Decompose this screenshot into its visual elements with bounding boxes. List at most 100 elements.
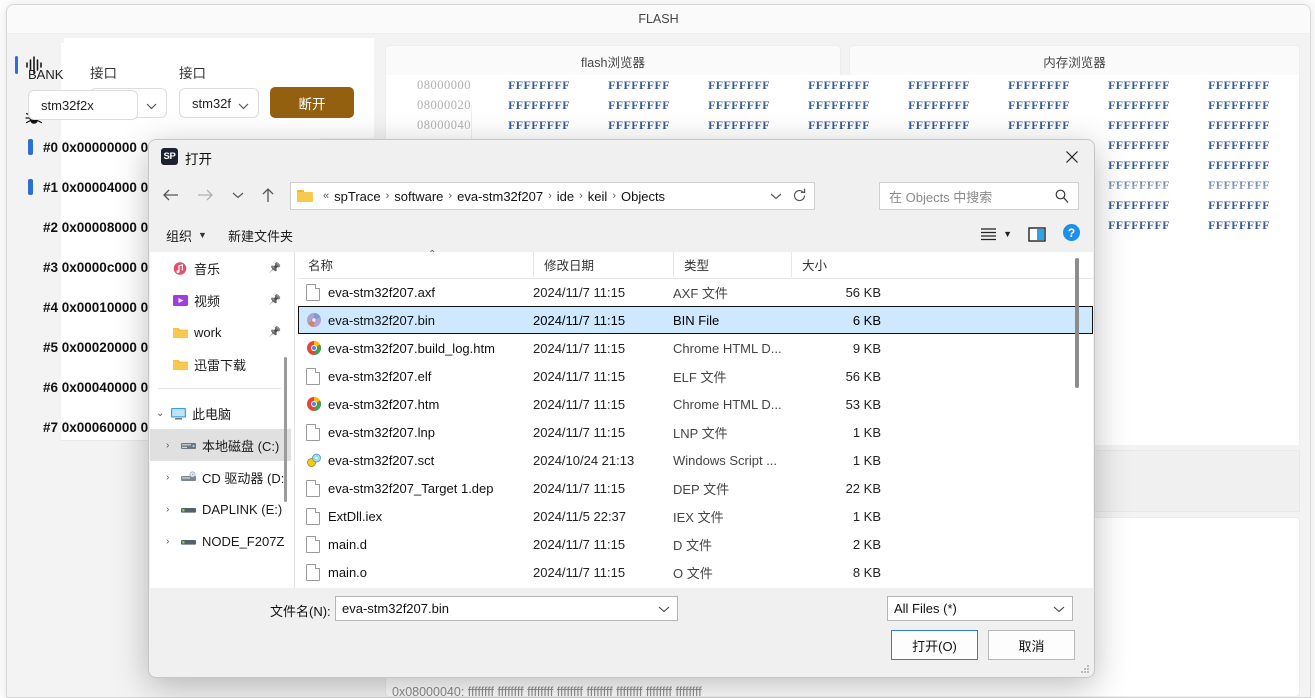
sidebar-item-8[interactable]: › NODE_F207Z (150, 525, 291, 557)
chevron-right-icon[interactable]: › (166, 504, 180, 515)
hex-cell[interactable]: FFFFFFFF (1089, 138, 1189, 153)
breadcrumb-part[interactable]: ide (557, 189, 574, 204)
chevron-right-icon[interactable]: › (166, 472, 180, 483)
table-row[interactable]: eva-stm32f207.build_log.htm 2024/11/7 11:… (298, 334, 1093, 362)
new-folder-button[interactable]: 新建文件夹 (228, 225, 293, 245)
help-icon[interactable]: ? (1063, 224, 1080, 241)
close-icon[interactable] (1050, 140, 1094, 173)
breadcrumb-part[interactable]: Objects (621, 189, 665, 204)
chevron-down-icon[interactable]: ⌄ (156, 408, 170, 419)
column-header-name[interactable]: 名称 ⌃ (298, 249, 533, 277)
forward-arrow-icon[interactable] (189, 179, 221, 211)
table-row[interactable]: eva-stm32f207.bin 2024/11/7 11:15 BIN File… (298, 306, 1093, 334)
sidebar-item-0[interactable]: 音乐 📌 (150, 252, 291, 284)
pin-icon[interactable]: 📌 (269, 295, 281, 306)
target-select[interactable]: stm32f (179, 88, 259, 118)
breadcrumb-part[interactable]: spTrace (334, 189, 380, 204)
hex-cell[interactable]: FFFFFFFF (489, 98, 589, 113)
hex-cell[interactable]: FFFFFFFF (689, 98, 789, 113)
hex-cell[interactable]: FFFFFFFF (489, 78, 589, 93)
column-header-type[interactable]: 类型 (673, 252, 791, 277)
table-row[interactable]: eva-stm32f207.axf 2024/11/7 11:15 AXF 文件 56… (298, 278, 1093, 306)
table-row[interactable]: eva-stm32f207_Target 1.dep 2024/11/7 11:1… (298, 474, 1093, 502)
sidebar-item-4[interactable]: ⌄ 此电脑 (150, 397, 291, 429)
sidebar-item-6[interactable]: › CD 驱动器 (D: (150, 461, 291, 493)
hex-cell[interactable]: FFFFFFFF (1089, 78, 1189, 93)
hex-cell[interactable]: FFFFFFFF (1189, 218, 1289, 233)
hex-cell[interactable]: FFFFFFFF (889, 118, 989, 133)
breadcrumb-part[interactable]: software (394, 189, 443, 204)
bank-select[interactable]: stm32f2x (28, 90, 138, 120)
list-view-icon[interactable] (980, 223, 997, 245)
preview-pane-icon[interactable] (1028, 223, 1046, 245)
sidebar-item-5[interactable]: › 本地磁盘 (C:) (150, 429, 291, 461)
chevron-down-icon[interactable] (222, 179, 254, 211)
hex-cell[interactable]: FFFFFFFF (1089, 218, 1189, 233)
hex-cell[interactable]: FFFFFFFF (589, 118, 689, 133)
sidebar-item-2[interactable]: work 📌 (150, 316, 291, 348)
table-row[interactable]: main.o 2024/11/7 11:15 O 文件 8 KB (298, 558, 1093, 586)
column-header-date[interactable]: 修改日期 (533, 252, 673, 277)
hex-cell[interactable]: FFFFFFFF (1189, 158, 1289, 173)
search-icon[interactable] (1054, 188, 1070, 207)
hex-cell[interactable]: FFFFFFFF (1189, 78, 1289, 93)
refresh-icon[interactable] (791, 187, 808, 207)
pin-icon[interactable]: 📌 (269, 263, 281, 274)
file-type-filter[interactable]: All Files (*) (887, 596, 1073, 621)
chevron-down-icon[interactable]: ▼ (1003, 223, 1012, 245)
chevron-down-icon[interactable] (658, 601, 670, 616)
hex-cell[interactable]: FFFFFFFF (989, 78, 1089, 93)
hex-cell[interactable]: FFFFFFFF (989, 118, 1089, 133)
pin-icon[interactable]: 📌 (269, 327, 281, 338)
table-row[interactable]: main.d 2024/11/7 11:15 D 文件 2 KB (298, 530, 1093, 558)
table-row[interactable]: eva-stm32f207.lnp 2024/11/7 11:15 LNP 文件 1 … (298, 418, 1093, 446)
hex-cell[interactable]: FFFFFFFF (1089, 98, 1189, 113)
table-row[interactable]: eva-stm32f207.sct 2024/10/24 21:13 Windows… (298, 446, 1093, 474)
open-button[interactable]: 打开(O) (891, 630, 978, 660)
breadcrumb-part[interactable]: eva-stm32f207 (457, 189, 543, 204)
chevron-down-icon[interactable] (1053, 601, 1065, 616)
hex-cell[interactable]: FFFFFFFF (989, 98, 1089, 113)
resize-grip[interactable] (1081, 665, 1089, 673)
hex-cell[interactable]: FFFFFFFF (1089, 118, 1189, 133)
hex-cell[interactable]: FFFFFFFF (689, 78, 789, 93)
file-list-scrollbar[interactable] (1075, 258, 1079, 388)
sidebar-scrollbar[interactable] (284, 357, 287, 502)
hex-cell[interactable]: FFFFFFFF (1189, 98, 1289, 113)
organize-button[interactable]: 组织 ▼ (166, 225, 207, 245)
hex-cell[interactable]: FFFFFFFF (489, 118, 589, 133)
back-arrow-icon[interactable] (155, 179, 187, 211)
column-header-size[interactable]: 大小 (791, 252, 886, 277)
filename-input[interactable]: eva-stm32f207.bin (335, 596, 678, 621)
table-row[interactable]: eva-stm32f207.elf 2024/11/7 11:15 ELF 文件 56… (298, 362, 1093, 390)
hex-cell[interactable]: FFFFFFFF (1089, 158, 1189, 173)
hex-cell[interactable]: FFFFFFFF (889, 78, 989, 93)
breadcrumb-part[interactable]: keil (588, 189, 608, 204)
pane-splitter[interactable] (294, 252, 295, 588)
hex-cell[interactable]: FFFFFFFF (689, 118, 789, 133)
chevron-right-icon[interactable]: › (166, 536, 180, 547)
search-input[interactable]: 在 Objects 中搜索 (879, 182, 1079, 210)
sidebar-item-1[interactable]: 视频 📌 (150, 284, 291, 316)
hex-cell[interactable]: FFFFFFFF (1189, 138, 1289, 153)
hex-cell[interactable]: FFFFFFFF (789, 98, 889, 113)
breadcrumb-overflow[interactable]: « (318, 190, 334, 202)
chevron-right-icon[interactable]: › (166, 440, 180, 451)
hex-cell[interactable]: FFFFFFFF (1189, 118, 1289, 133)
sidebar-item-7[interactable]: › DAPLINK (E:) (150, 493, 291, 525)
hex-cell[interactable]: FFFFFFFF (589, 98, 689, 113)
disconnect-button[interactable]: 断开 (270, 87, 354, 118)
chevron-down-icon[interactable] (770, 188, 782, 203)
breadcrumb[interactable]: « spTrace › software › eva-stm32f207 › ide › kei… (290, 182, 815, 210)
table-row[interactable]: eva-stm32f207.htm 2024/11/7 11:15 Chrome H… (298, 390, 1093, 418)
up-arrow-icon[interactable] (252, 179, 284, 211)
file-type: LNP 文件 (673, 425, 728, 441)
table-row[interactable]: ExtDll.iex 2024/11/5 22:37 IEX 文件 1 KB (298, 502, 1093, 530)
sidebar-item-3[interactable]: 迅雷下载 (150, 348, 291, 380)
cancel-button[interactable]: 取消 (988, 630, 1075, 660)
hex-cell[interactable]: FFFFFFFF (789, 118, 889, 133)
hex-cell[interactable]: FFFFFFFF (589, 78, 689, 93)
hex-cell[interactable]: FFFFFFFF (789, 78, 889, 93)
places-sidebar[interactable]: 音乐 📌 视频 📌 work 📌 迅雷下载 ⌄ 此电脑 › 本地磁盘 (C:) › CD 驱动器 (D:… (150, 252, 291, 588)
hex-cell[interactable]: FFFFFFFF (889, 98, 989, 113)
